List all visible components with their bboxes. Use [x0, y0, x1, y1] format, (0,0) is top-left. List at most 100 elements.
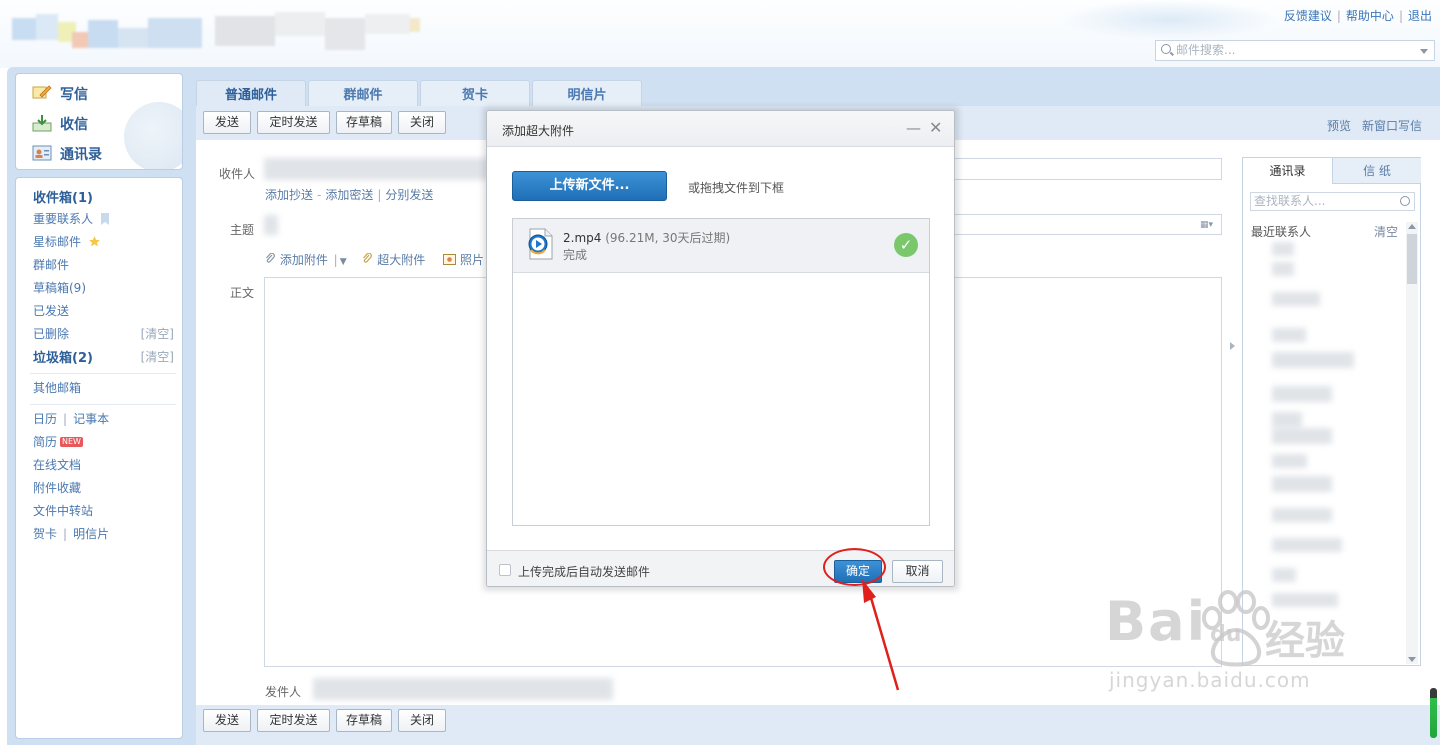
- file-drop-zone[interactable]: 2.mp4 (96.21M, 30天后过期) 完成 ✓: [512, 218, 930, 526]
- send-button[interactable]: 发送: [203, 709, 251, 732]
- tab-stationery[interactable]: 信 纸: [1332, 158, 1421, 184]
- subject-label: 主题: [230, 223, 255, 237]
- close-icon[interactable]: ✕: [929, 118, 942, 137]
- big-attachment-label: 超大附件: [377, 253, 426, 267]
- sidebar-item-spam[interactable]: 垃圾箱(2): [33, 347, 93, 366]
- auto-send-checkbox[interactable]: [499, 564, 511, 576]
- contacts-label: 通讯录: [60, 147, 102, 163]
- to-input[interactable]: [954, 158, 1222, 180]
- bookmark-icon: [100, 213, 109, 225]
- tab-group-mail[interactable]: 群邮件: [308, 80, 418, 108]
- scroll-up-icon[interactable]: [1408, 224, 1416, 229]
- add-attachment-button[interactable]: 添加附件: [265, 252, 328, 267]
- qq-penguin-decoration: [124, 102, 182, 169]
- drag-hint: 或拖拽文件到下框: [688, 181, 785, 195]
- postcard-link[interactable]: 明信片: [73, 527, 109, 541]
- sidebar-item-deleted[interactable]: 已删除: [33, 325, 69, 342]
- watermark-url: jingyan.baidu.com: [1109, 668, 1311, 692]
- sidebar-item-calendar-notes: 日历 | 记事本: [33, 412, 110, 426]
- priority-grid-icon[interactable]: ▦▾: [1200, 220, 1213, 230]
- sidebar-item-other-mailbox[interactable]: 其他邮箱: [33, 379, 81, 396]
- compose-label: 写信: [60, 87, 88, 103]
- send-separately-link[interactable]: 分别发送: [385, 188, 433, 202]
- scroll-down-icon[interactable]: [1408, 657, 1416, 662]
- sidebar-item-group-mail[interactable]: 群邮件: [33, 256, 69, 273]
- contacts-scrollbar[interactable]: [1406, 222, 1418, 664]
- panel-collapse-icon[interactable]: [1230, 342, 1235, 350]
- check-icon: ✓: [894, 233, 918, 257]
- big-attachment-button[interactable]: 超大附件: [362, 252, 426, 267]
- top-header: 反馈建议 | 帮助中心 | 退出 邮件搜索...: [0, 0, 1440, 68]
- chevron-down-icon[interactable]: [1420, 49, 1428, 54]
- attachment-dropdown-icon[interactable]: ▼: [340, 257, 347, 267]
- sidebar-item-drafts[interactable]: 草稿箱(9): [33, 279, 86, 296]
- sidebar-item-file-transfer[interactable]: 文件中转站: [33, 502, 93, 519]
- mail-search-input[interactable]: 邮件搜索...: [1155, 40, 1435, 61]
- watermark-brand: Bai: [1105, 590, 1208, 653]
- send-button[interactable]: 发送: [203, 111, 251, 134]
- tab-normal-mail[interactable]: 普通邮件: [196, 80, 306, 108]
- sidebar-item-label: 简历: [33, 435, 58, 449]
- file-row[interactable]: 2.mp4 (96.21M, 30天后过期) 完成 ✓: [513, 219, 929, 273]
- minimize-icon[interactable]: —: [906, 119, 921, 137]
- paperclip-icon: [363, 252, 373, 263]
- notes-link[interactable]: 记事本: [73, 412, 109, 426]
- tab-greeting-card[interactable]: 贺卡: [420, 80, 530, 108]
- sidebar-folder-list: 收件箱(1) 重要联系人 星标邮件 群邮件 草稿箱(9) 已发送 已删除 [清空…: [15, 177, 183, 739]
- recent-contacts-label: 最近联系人: [1251, 225, 1312, 239]
- account-name-blurred: [215, 8, 420, 56]
- calendar-link[interactable]: 日历: [33, 412, 57, 426]
- recipient-blurred: [264, 158, 489, 180]
- preview-link[interactable]: 预览: [1327, 117, 1351, 134]
- tab-contacts[interactable]: 通讯录: [1243, 158, 1332, 184]
- attach-bar: 添加附件 | ▼ 超大附件 照片: [265, 251, 484, 268]
- save-draft-button[interactable]: 存草稿: [336, 111, 392, 134]
- sidebar-item-starred[interactable]: 星标邮件: [33, 233, 101, 250]
- sidebar-item-online-docs[interactable]: 在线文档: [33, 456, 81, 473]
- sidebar-item-resume[interactable]: 简历 NEW: [33, 433, 83, 450]
- scheduled-send-button[interactable]: 定时发送: [257, 709, 330, 732]
- sidebar-item-label: 重要联系人: [33, 212, 94, 226]
- card-link[interactable]: 贺卡: [33, 527, 57, 541]
- close-button[interactable]: 关闭: [398, 111, 446, 134]
- sky-decoration: [1060, 0, 1280, 40]
- feedback-link[interactable]: 反馈建议: [1284, 9, 1332, 23]
- tab-postcard[interactable]: 明信片: [532, 80, 642, 108]
- clear-recent-link[interactable]: 清空: [1374, 223, 1398, 240]
- paperclip-icon: [266, 252, 275, 263]
- sidebar-item-attachment-favorites[interactable]: 附件收藏: [33, 479, 81, 496]
- photo-button[interactable]: 照片: [443, 253, 484, 267]
- auto-send-label[interactable]: 上传完成后自动发送邮件: [518, 563, 650, 580]
- body-label: 正文: [230, 286, 255, 300]
- empty-spam-link[interactable]: [清空]: [141, 348, 174, 365]
- add-bcc-link[interactable]: 添加密送: [325, 188, 373, 202]
- watermark-du: du: [1210, 622, 1242, 647]
- search-icon: [1161, 44, 1171, 54]
- help-link[interactable]: 帮助中心: [1346, 9, 1394, 23]
- mail-search-placeholder: 邮件搜索...: [1176, 43, 1236, 57]
- new-badge: NEW: [60, 437, 83, 447]
- compose-icon: [32, 85, 52, 99]
- logout-link[interactable]: 退出: [1408, 9, 1432, 23]
- upload-new-file-button[interactable]: 上传新文件...: [512, 171, 667, 201]
- save-draft-button[interactable]: 存草稿: [336, 709, 392, 732]
- star-icon: [88, 236, 100, 247]
- top-links: 反馈建议 | 帮助中心 | 退出: [1283, 9, 1432, 23]
- sidebar-item-inbox[interactable]: 收件箱(1): [33, 187, 93, 206]
- scheduled-send-button[interactable]: 定时发送: [257, 111, 330, 134]
- subject-input[interactable]: ▦▾: [954, 214, 1222, 235]
- add-large-attachment-dialog: 添加超大附件 — ✕ 上传新文件... 或拖拽文件到下框 2.mp4 (96.2…: [486, 110, 955, 587]
- sidebar-item-important[interactable]: 重要联系人: [33, 210, 110, 227]
- sidebar-item-sent[interactable]: 已发送: [33, 302, 69, 319]
- photo-icon: [443, 254, 457, 265]
- scroll-thumb[interactable]: [1407, 234, 1417, 284]
- close-button[interactable]: 关闭: [398, 709, 446, 732]
- add-cc-link[interactable]: 添加抄送: [265, 188, 313, 202]
- new-window-compose-link[interactable]: 新窗口写信: [1362, 117, 1422, 134]
- photo-label: 照片: [459, 253, 484, 267]
- compose-toolbar-bottom: 发送 定时发送 存草稿 关闭: [196, 705, 1440, 745]
- file-name: 2.mp4: [563, 231, 602, 245]
- empty-deleted-link[interactable]: [清空]: [141, 325, 174, 342]
- subject-blurred: [264, 215, 278, 235]
- contact-search-input[interactable]: 查找联系人...: [1250, 192, 1415, 211]
